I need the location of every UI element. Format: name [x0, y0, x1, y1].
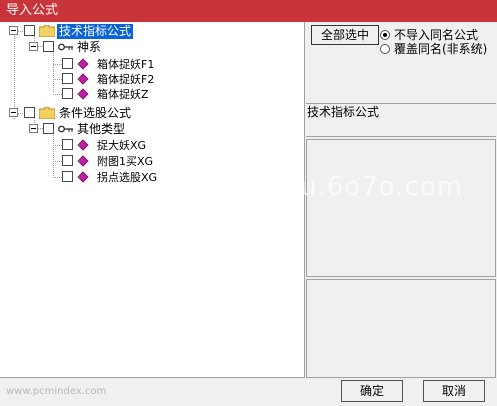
checkbox[interactable] [43, 123, 54, 134]
checkbox[interactable] [43, 41, 54, 52]
tree-node-label: 箱体捉妖F2 [97, 73, 155, 86]
tree-node-leaf[interactable]: 拐点选股XG [0, 170, 200, 186]
formula-description-box [306, 139, 496, 277]
select-all-button[interactable]: 全部选中 [311, 25, 379, 45]
collapse-icon[interactable] [9, 108, 18, 117]
tree-node-group2[interactable]: 其他类型 [0, 122, 200, 138]
formula-info-box: 技术指标公式 [306, 103, 496, 137]
tree-node-leaf[interactable]: 箱体捉妖F2 [0, 72, 200, 88]
checkbox[interactable] [62, 155, 73, 166]
tree-node-label: 其他类型 [77, 122, 126, 136]
checkbox[interactable] [62, 139, 73, 150]
tree-node-root2[interactable]: 条件选股公式 [0, 106, 200, 122]
folder-icon [39, 107, 55, 119]
tree-node-leaf[interactable]: 捉大妖XG [0, 138, 200, 154]
formula-icon [77, 73, 89, 85]
folder-icon [39, 25, 55, 37]
tree-node-label: 箱体捉妖F1 [97, 58, 155, 71]
formula-type-label: 技术指标公式 [307, 105, 380, 119]
formula-icon [77, 171, 89, 183]
radio-button[interactable] [380, 30, 390, 40]
formula-icon [77, 155, 89, 167]
key-icon [58, 125, 73, 133]
ok-button[interactable]: 确定 [341, 380, 403, 402]
tree-node-leaf[interactable]: 箱体捉妖Z [0, 87, 200, 103]
radio-label: 覆盖同名(非系统) [394, 42, 488, 56]
checkbox[interactable] [24, 25, 35, 36]
collapse-icon[interactable] [29, 42, 38, 51]
checkbox[interactable] [62, 73, 73, 84]
formula-detail-box [306, 279, 496, 378]
formula-icon [77, 58, 89, 70]
watermark: www.pcmindex.com [6, 386, 107, 397]
tree-node-root1[interactable]: 技术指标公式 [0, 24, 200, 40]
radio-label: 不导入同名公式 [394, 28, 479, 42]
tree-node-label: 拐点选股XG [97, 171, 158, 184]
watermark: u.6o7o.com [300, 172, 463, 202]
formula-icon [77, 139, 89, 151]
formula-tree[interactable]: 技术指标公式 神系 箱体捉妖F1 箱体捉妖F2 箱体捉妖Z 条件选股公式 其他类… [0, 22, 305, 378]
checkbox[interactable] [62, 58, 73, 69]
window-title: 导入公式 [6, 3, 59, 18]
tree-node-leaf[interactable]: 箱体捉妖F1 [0, 57, 200, 73]
tree-node-label: 条件选股公式 [59, 106, 132, 120]
collapse-icon[interactable] [29, 124, 38, 133]
tree-node-label: 技术指标公式 [57, 24, 134, 39]
tree-node-label: 箱体捉妖Z [97, 88, 149, 101]
tree-node-label: 神系 [77, 40, 102, 54]
tree-node-label: 附图1买XG [97, 155, 154, 168]
checkbox[interactable] [24, 107, 35, 118]
formula-icon [77, 88, 89, 100]
radio-button[interactable] [380, 44, 390, 54]
tree-node-label: 捉大妖XG [97, 139, 147, 152]
key-icon [58, 43, 73, 51]
checkbox[interactable] [62, 88, 73, 99]
checkbox[interactable] [62, 171, 73, 182]
tree-node-group1[interactable]: 神系 [0, 40, 200, 56]
collapse-icon[interactable] [9, 26, 18, 35]
cancel-button[interactable]: 取消 [423, 380, 485, 402]
title-bar: 导入公式 [0, 0, 497, 22]
tree-node-leaf[interactable]: 附图1买XG [0, 154, 200, 170]
